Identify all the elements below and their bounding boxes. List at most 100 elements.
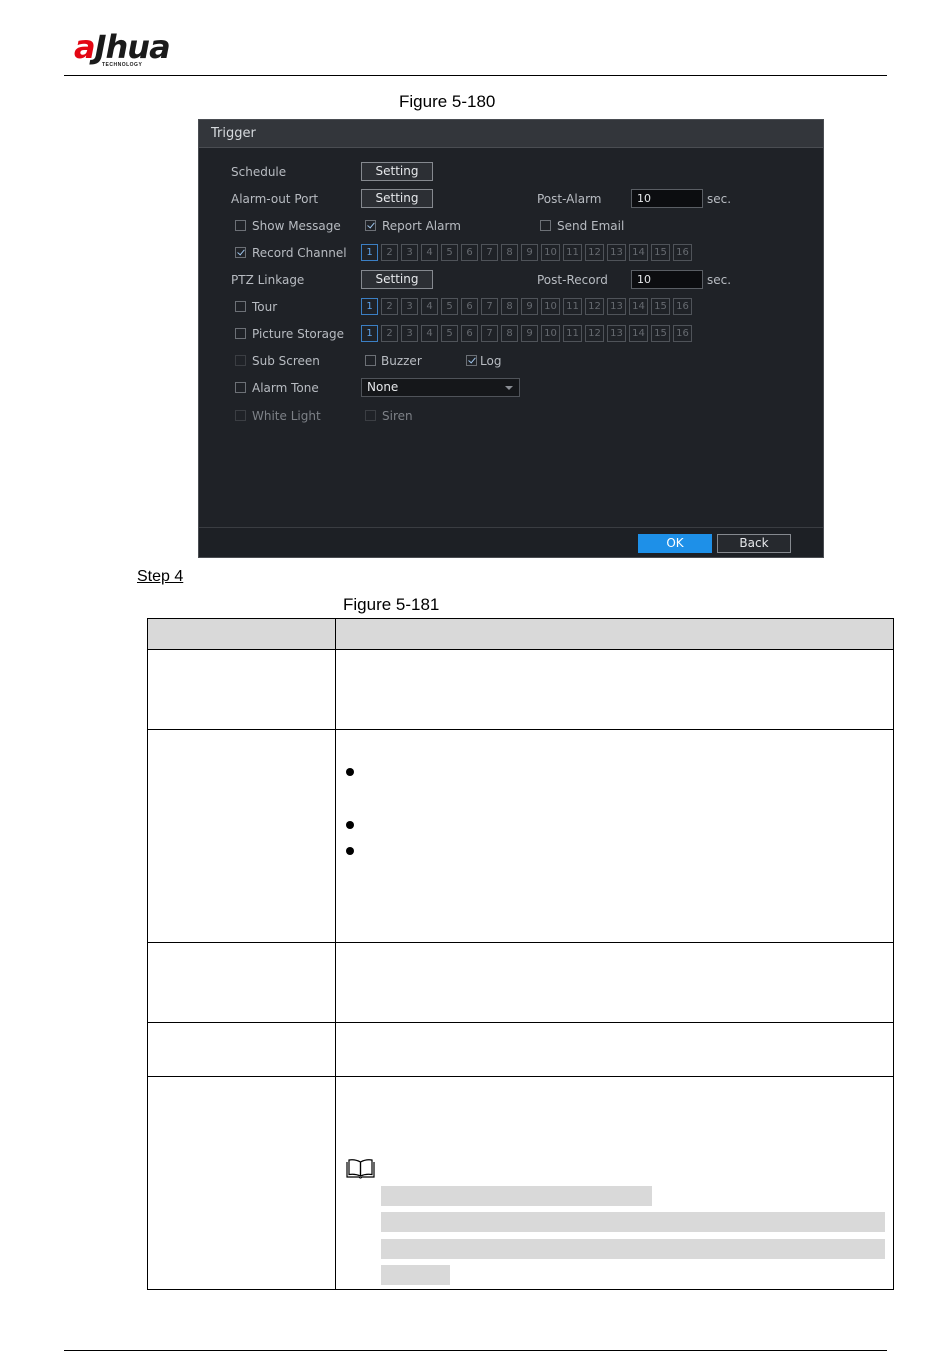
channel-12-toggle[interactable]: 12 [585,325,604,342]
footer-rule [64,1350,887,1351]
dialog-titlebar: Trigger [199,120,823,148]
channel-4-toggle[interactable]: 4 [421,298,438,315]
channel-6-toggle[interactable]: 6 [461,325,478,342]
channel-5-toggle[interactable]: 5 [441,298,458,315]
trigger-dialog: Trigger Schedule Setting Alarm-out Port … [198,119,824,558]
logo-tagline: TECHNOLOGY [102,62,143,68]
channel-13-toggle[interactable]: 13 [607,244,626,261]
channel-7-toggle[interactable]: 7 [481,298,498,315]
channel-6-toggle[interactable]: 6 [461,244,478,261]
figure-caption-bottom: Figure 5-181 [343,595,440,614]
channel-10-toggle[interactable]: 10 [541,325,560,342]
channel-2-toggle[interactable]: 2 [381,325,398,342]
schedule-setting-button[interactable]: Setting [361,162,433,181]
sub-screen-checkbox[interactable] [235,355,246,366]
post-alarm-label: Post-Alarm [537,192,602,206]
channel-12-toggle[interactable]: 12 [585,298,604,315]
record-channel-checkbox[interactable] [235,247,246,258]
table-column-divider [335,619,336,1289]
channel-3-toggle[interactable]: 3 [401,244,418,261]
channel-9-toggle[interactable]: 9 [521,244,538,261]
channel-14-toggle[interactable]: 14 [629,298,648,315]
channel-3-toggle[interactable]: 3 [401,325,418,342]
channel-13-toggle[interactable]: 13 [607,298,626,315]
channel-11-toggle[interactable]: 11 [563,298,582,315]
channel-11-toggle[interactable]: 11 [563,244,582,261]
list-bullet [346,847,354,855]
channel-14-toggle[interactable]: 14 [629,325,648,342]
alarm-out-setting-button[interactable]: Setting [361,189,433,208]
channel-15-toggle[interactable]: 15 [651,244,670,261]
table-row-divider [148,1022,893,1023]
alarm-tone-dropdown[interactable]: None [361,378,520,397]
redacted-block [381,1265,450,1285]
channel-9-toggle[interactable]: 9 [521,298,538,315]
channel-13-toggle[interactable]: 13 [607,325,626,342]
post-alarm-input[interactable]: 10 [631,189,703,208]
white-light-checkbox[interactable] [235,410,246,421]
channel-15-toggle[interactable]: 15 [651,325,670,342]
send-email-label: Send Email [557,219,625,233]
white-light-label: White Light [252,409,321,423]
show-message-label: Show Message [252,219,341,233]
channel-15-toggle[interactable]: 15 [651,298,670,315]
alarm-tone-value: None [367,380,399,394]
picture-storage-checkbox[interactable] [235,328,246,339]
channel-9-toggle[interactable]: 9 [521,325,538,342]
log-checkbox[interactable] [466,355,477,366]
note-book-icon [346,1159,375,1179]
siren-checkbox[interactable] [365,410,376,421]
buzzer-checkbox[interactable] [365,355,376,366]
parameter-table [147,618,894,1290]
channel-5-toggle[interactable]: 5 [441,325,458,342]
channel-8-toggle[interactable]: 8 [501,298,518,315]
ptz-linkage-setting-button[interactable]: Setting [361,270,433,289]
record-channel-label: Record Channel [252,246,347,260]
channel-14-toggle[interactable]: 14 [629,244,648,261]
channel-1-toggle[interactable]: 1 [361,244,378,261]
header-rule [64,75,887,76]
channel-10-toggle[interactable]: 10 [541,244,560,261]
channel-1-toggle[interactable]: 1 [361,325,378,342]
list-bullet [346,821,354,829]
post-alarm-unit: sec. [707,192,732,206]
channel-4-toggle[interactable]: 4 [421,325,438,342]
show-message-checkbox[interactable] [235,220,246,231]
channel-7-toggle[interactable]: 7 [481,325,498,342]
channel-5-toggle[interactable]: 5 [441,244,458,261]
channel-7-toggle[interactable]: 7 [481,244,498,261]
channel-8-toggle[interactable]: 8 [501,244,518,261]
channel-2-toggle[interactable]: 2 [381,298,398,315]
post-record-unit: sec. [707,273,732,287]
schedule-label: Schedule [231,165,287,179]
channel-1-toggle[interactable]: 1 [361,298,378,315]
alarm-tone-label: Alarm Tone [252,381,319,395]
channel-16-toggle[interactable]: 16 [673,244,692,261]
channel-10-toggle[interactable]: 10 [541,298,560,315]
channel-4-toggle[interactable]: 4 [421,244,438,261]
dialog-footer: OK Back [199,527,823,557]
tour-checkbox[interactable] [235,301,246,312]
channel-2-toggle[interactable]: 2 [381,244,398,261]
tour-label: Tour [252,300,278,314]
post-record-input[interactable]: 10 [631,270,703,289]
channel-6-toggle[interactable]: 6 [461,298,478,315]
dialog-title: Trigger [211,126,256,141]
alarm-tone-checkbox[interactable] [235,382,246,393]
back-button[interactable]: Back [717,534,791,553]
channel-3-toggle[interactable]: 3 [401,298,418,315]
picture-storage-label: Picture Storage [252,327,345,341]
dahua-logo: aJhua TECHNOLOGY [74,28,184,70]
table-row-divider [148,729,893,730]
channel-12-toggle[interactable]: 12 [585,244,604,261]
channel-8-toggle[interactable]: 8 [501,325,518,342]
report-alarm-checkbox[interactable] [365,220,376,231]
logo-wordmark: aJhua [74,28,171,66]
siren-label: Siren [382,409,413,423]
channel-16-toggle[interactable]: 16 [673,298,692,315]
ok-button[interactable]: OK [638,534,712,553]
channel-11-toggle[interactable]: 11 [563,325,582,342]
step-label: Step 4 [137,568,184,585]
channel-16-toggle[interactable]: 16 [673,325,692,342]
send-email-checkbox[interactable] [540,220,551,231]
